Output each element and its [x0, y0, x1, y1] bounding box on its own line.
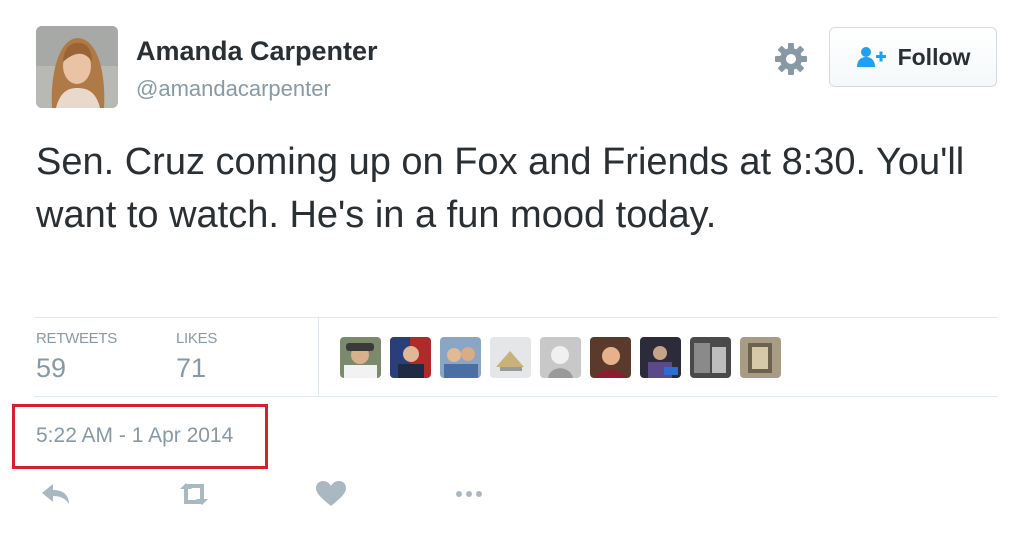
likes-label: LIKES [176, 330, 218, 347]
liker-avatar[interactable] [490, 337, 531, 378]
avatar[interactable] [36, 26, 118, 108]
follow-button[interactable]: Follow [829, 27, 997, 87]
likes-stat[interactable]: LIKES 71 [176, 330, 217, 384]
retweets-stat[interactable]: RETWEETS 59 [36, 330, 117, 384]
tweet-timestamp[interactable]: 5:22 AM - 1 Apr 2014 [36, 424, 233, 448]
liker-avatar[interactable] [740, 337, 781, 378]
follow-user-icon [856, 46, 888, 68]
stats-separator [318, 318, 319, 396]
tweet-card: Amanda Carpenter @amandacarpenter Follow… [0, 0, 1024, 534]
like-icon[interactable] [313, 478, 349, 510]
liker-avatar[interactable] [340, 337, 381, 378]
liker-avatar[interactable] [540, 337, 581, 378]
display-name[interactable]: Amanda Carpenter [136, 36, 378, 67]
divider [34, 396, 998, 397]
gear-icon[interactable] [772, 40, 810, 78]
retweets-count: 59 [36, 353, 67, 383]
likes-count: 71 [176, 353, 207, 383]
liker-avatar[interactable] [590, 337, 631, 378]
liker-avatar[interactable] [390, 337, 431, 378]
tweet-text: Sen. Cruz coming up on Fox and Friends a… [36, 141, 965, 236]
liker-avatar[interactable] [690, 337, 731, 378]
liker-avatar[interactable] [640, 337, 681, 378]
username-handle[interactable]: @amandacarpenter [136, 76, 331, 102]
reply-icon[interactable] [38, 478, 74, 510]
retweets-label: RETWEETS [36, 330, 117, 347]
retweet-icon[interactable] [176, 478, 212, 510]
tweet-stats: RETWEETS 59 LIKES 71 [34, 318, 998, 396]
liker-avatar[interactable] [440, 337, 481, 378]
more-icon[interactable] [451, 478, 487, 510]
follow-button-label: Follow [897, 43, 971, 70]
liker-avatars [340, 337, 781, 378]
